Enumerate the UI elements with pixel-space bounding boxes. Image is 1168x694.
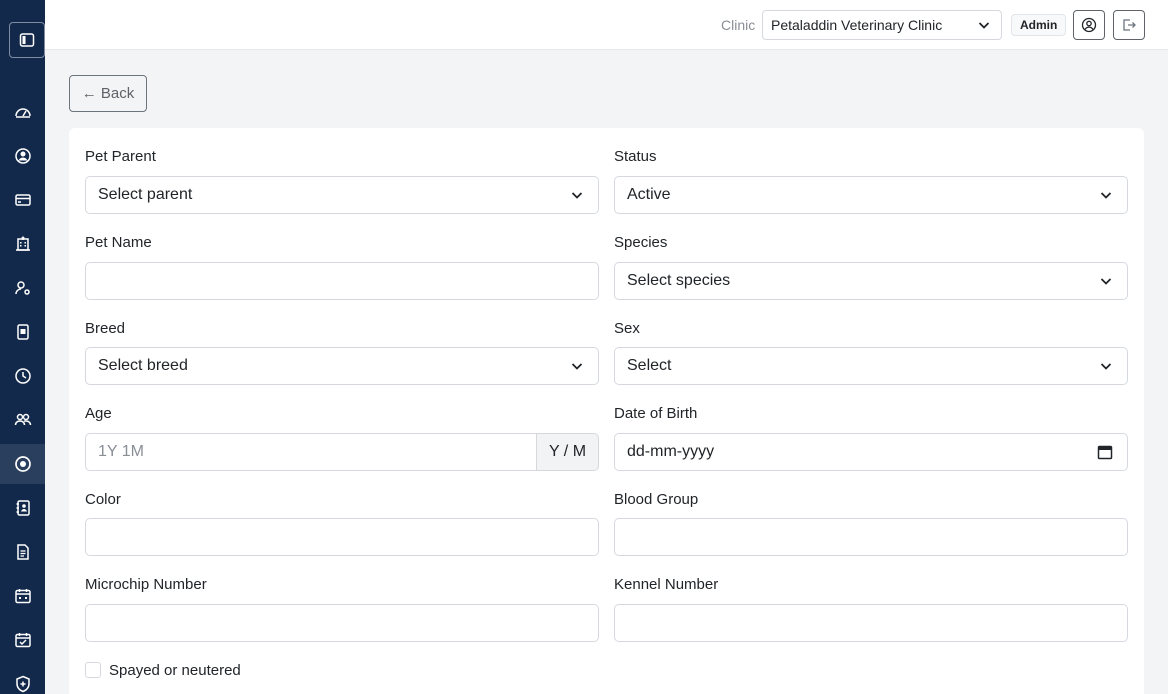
user-circle-icon bbox=[14, 148, 31, 164]
status-value: Active bbox=[627, 186, 671, 203]
logout-icon bbox=[1123, 19, 1136, 31]
clinic-select[interactable]: Petaladdin Veterinary Clinic bbox=[762, 10, 1002, 40]
pet-name-input[interactable] bbox=[85, 262, 599, 300]
sidebar-item-user-settings[interactable] bbox=[0, 268, 45, 308]
age-input-group: Y / M bbox=[85, 433, 599, 471]
record-circle-icon bbox=[14, 456, 31, 472]
sidebar-item-history[interactable] bbox=[0, 356, 45, 396]
pet-form-card: Pet Parent Select parent Status Active P… bbox=[69, 128, 1144, 694]
age-unit-addon: Y / M bbox=[536, 433, 599, 471]
contacts-book-icon bbox=[16, 500, 30, 516]
sidebar-item-appointments[interactable] bbox=[0, 620, 45, 660]
document-icon bbox=[16, 544, 29, 560]
sidebar-item-pets[interactable] bbox=[0, 444, 45, 484]
sex-select[interactable]: Select bbox=[614, 347, 1128, 385]
blood-group-label: Blood Group bbox=[614, 491, 699, 508]
clinic-select-value: Petaladdin Veterinary Clinic bbox=[771, 17, 943, 33]
pet-name-label: Pet Name bbox=[85, 234, 152, 251]
spayed-checkbox[interactable] bbox=[85, 662, 101, 678]
sidebar-item-clinics[interactable] bbox=[0, 224, 45, 264]
sidebar-item-profile[interactable] bbox=[0, 136, 45, 176]
blood-group-input[interactable] bbox=[614, 518, 1128, 556]
hospital-building-icon bbox=[15, 236, 30, 251]
age-input[interactable] bbox=[85, 433, 536, 471]
dob-label: Date of Birth bbox=[614, 405, 698, 422]
status-select[interactable]: Active bbox=[614, 176, 1128, 214]
user-settings-icon bbox=[14, 281, 30, 295]
people-group-icon bbox=[14, 413, 31, 426]
breed-value: Select breed bbox=[98, 357, 188, 374]
status-label: Status bbox=[614, 148, 657, 165]
species-value: Select species bbox=[627, 272, 731, 289]
species-select[interactable]: Select species bbox=[614, 262, 1128, 300]
sidebar-item-billing[interactable] bbox=[0, 180, 45, 220]
sidebar-item-documents[interactable] bbox=[0, 532, 45, 572]
user-circle-icon bbox=[1081, 17, 1097, 33]
chevron-down-icon bbox=[1100, 192, 1112, 199]
calendar-check-icon bbox=[14, 633, 31, 648]
chevron-down-icon bbox=[978, 22, 990, 29]
role-badge: Admin bbox=[1011, 14, 1067, 36]
clinic-label: Clinic bbox=[721, 17, 756, 33]
species-label: Species bbox=[614, 234, 668, 251]
logout-button[interactable] bbox=[1113, 10, 1145, 40]
sidebar-toggle-icon bbox=[19, 33, 35, 47]
chevron-down-icon bbox=[1100, 363, 1112, 370]
sidebar-item-calendar[interactable] bbox=[0, 576, 45, 616]
kennel-input[interactable] bbox=[614, 604, 1128, 642]
sidebar-item-security[interactable] bbox=[0, 664, 45, 694]
color-input[interactable] bbox=[85, 518, 599, 556]
dob-input[interactable]: dd-mm-yyyy bbox=[614, 433, 1128, 471]
dob-value: dd-mm-yyyy bbox=[627, 443, 715, 460]
sidebar-item-contacts[interactable] bbox=[0, 488, 45, 528]
id-badge-icon bbox=[16, 324, 29, 340]
shield-icon bbox=[15, 675, 30, 693]
breed-select[interactable]: Select breed bbox=[85, 347, 599, 385]
top-bar: Clinic Petaladdin Veterinary Clinic Admi… bbox=[45, 0, 1168, 50]
dashboard-gauge-icon bbox=[14, 108, 31, 118]
sex-label: Sex bbox=[614, 320, 640, 337]
calendar-icon[interactable] bbox=[1097, 444, 1113, 460]
chevron-down-icon bbox=[1100, 278, 1112, 285]
spayed-label: Spayed or neutered bbox=[109, 662, 241, 679]
chevron-down-icon bbox=[571, 363, 583, 370]
microchip-label: Microchip Number bbox=[85, 576, 207, 593]
sidebar-item-parents[interactable] bbox=[0, 400, 45, 440]
kennel-label: Kennel Number bbox=[614, 576, 719, 593]
age-label: Age bbox=[85, 405, 112, 422]
back-button[interactable]: ← Back bbox=[69, 75, 147, 112]
profile-button[interactable] bbox=[1073, 10, 1105, 40]
sex-value: Select bbox=[627, 357, 672, 374]
credit-card-icon bbox=[14, 194, 31, 206]
sidebar-item-staff[interactable] bbox=[0, 312, 45, 352]
color-label: Color bbox=[85, 491, 121, 508]
pet-parent-select[interactable]: Select parent bbox=[85, 176, 599, 214]
microchip-input[interactable] bbox=[85, 604, 599, 642]
chevron-down-icon bbox=[571, 192, 583, 199]
pet-parent-value: Select parent bbox=[98, 186, 193, 203]
sidebar bbox=[0, 0, 45, 694]
sidebar-toggle-button[interactable] bbox=[9, 22, 45, 58]
breed-label: Breed bbox=[85, 320, 126, 337]
clock-history-icon bbox=[14, 368, 31, 384]
sidebar-item-dashboard[interactable] bbox=[0, 92, 45, 132]
pet-parent-label: Pet Parent bbox=[85, 148, 156, 165]
calendar-icon bbox=[14, 589, 31, 604]
